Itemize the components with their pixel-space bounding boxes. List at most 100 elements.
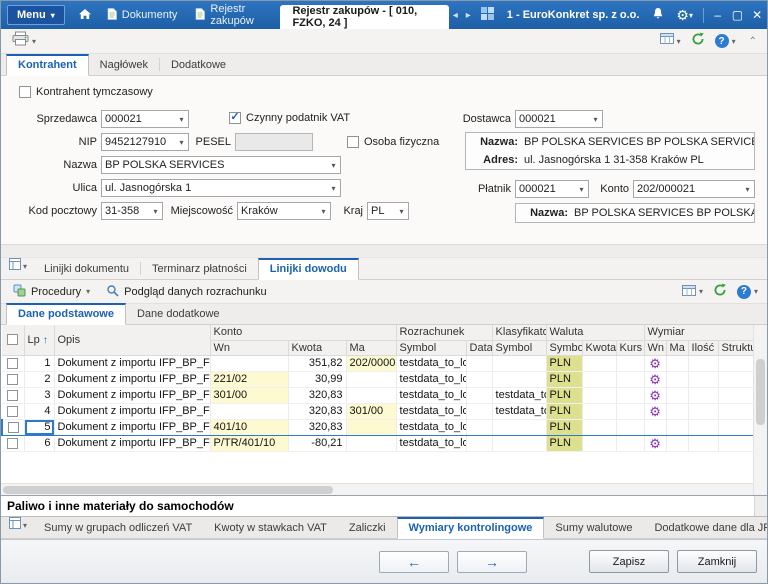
col-header-waluta-symbol[interactable]: Symbol xyxy=(546,340,582,355)
settings-button[interactable]: ⚙ ▾ xyxy=(670,1,699,29)
row-checkbox[interactable] xyxy=(7,390,18,401)
name-combo[interactable]: BP POLSKA SERVICES▾ xyxy=(101,156,341,174)
grid-refresh-button[interactable] xyxy=(708,281,732,302)
close-button[interactable]: ✕ xyxy=(747,1,767,29)
tab-scroll-left-button[interactable]: ◂ xyxy=(449,10,462,21)
caret-down-icon[interactable]: ▾ xyxy=(741,185,754,194)
grid-layout-button[interactable]: ▾ xyxy=(6,516,33,538)
tab-wymiary-kontrolingowe[interactable]: Wymiary kontrolingowe xyxy=(397,517,545,539)
caret-down-icon[interactable]: ▾ xyxy=(317,207,330,216)
previous-record-button[interactable]: ← xyxy=(379,551,449,573)
city-combo[interactable]: Kraków▾ xyxy=(237,202,331,220)
account-combo[interactable]: 202/000021▾ xyxy=(633,180,755,198)
caret-down-icon[interactable]: ▾ xyxy=(175,138,188,147)
col-header-klasyfikator-symbol[interactable]: Symbol xyxy=(492,340,546,355)
dimensions-gear-icon[interactable]: ⚙ xyxy=(648,437,663,450)
tab-zaliczki[interactable]: Zaliczki xyxy=(338,518,397,538)
col-header-struktura[interactable]: Struktu xyxy=(718,340,754,355)
grid-layout-button[interactable]: ▾ xyxy=(6,257,33,279)
col-header-lp[interactable]: Lp ↑ xyxy=(24,325,54,355)
minimize-button[interactable]: – xyxy=(708,1,728,29)
group-header-klasyfikator[interactable]: Klasyfikator xyxy=(492,325,546,340)
titlebar-tab-rejestr[interactable]: Rejestr zakupów xyxy=(186,1,280,29)
col-header-kwota[interactable]: Kwota xyxy=(288,340,346,355)
windows-button[interactable] xyxy=(475,1,500,29)
caret-down-icon[interactable]: ▾ xyxy=(327,184,340,193)
dimensions-gear-icon[interactable]: ⚙ xyxy=(648,405,663,418)
col-header-data[interactable]: Data xyxy=(466,340,492,355)
collapse-panel-button[interactable]: ⌃ xyxy=(741,36,761,47)
col-header-konto-ma[interactable]: Ma xyxy=(346,340,396,355)
vertical-scrollbar[interactable] xyxy=(753,325,767,495)
dimensions-gear-icon[interactable]: ⚙ xyxy=(648,357,663,370)
tab-scroll-right-button[interactable]: ▸ xyxy=(462,10,475,21)
row-checkbox[interactable] xyxy=(7,358,18,369)
grid-help-button[interactable]: ? ▾ xyxy=(732,283,763,301)
next-record-button[interactable]: → xyxy=(457,551,527,573)
titlebar-tab-dokumenty[interactable]: Dokumenty xyxy=(98,1,187,29)
postal-code-combo[interactable]: 31-358▾ xyxy=(101,202,163,220)
notifications-button[interactable] xyxy=(646,1,670,29)
horizontal-scrollbar[interactable] xyxy=(1,483,753,495)
group-header-rozrachunek[interactable]: Rozrachunek xyxy=(396,325,492,340)
tab-dane-dodatkowe[interactable]: Dane dodatkowe xyxy=(126,304,231,324)
tab-linijki-dokumentu[interactable]: Linijki dokumentu xyxy=(33,259,140,279)
tab-dane-podstawowe[interactable]: Dane podstawowe xyxy=(6,303,126,325)
scrollbar-thumb[interactable] xyxy=(3,486,333,494)
refresh-button[interactable] xyxy=(686,30,710,53)
supplier-combo[interactable]: 000021▾ xyxy=(515,110,603,128)
grid-view-settings-button[interactable]: ▾ xyxy=(677,282,708,302)
col-header-ilosc[interactable]: Ilość xyxy=(688,340,718,355)
col-header-waluta-kwota[interactable]: Kwota xyxy=(582,340,616,355)
col-header-kurs[interactable]: Kurs xyxy=(616,340,644,355)
print-button[interactable]: ▾ xyxy=(7,29,41,53)
table-row[interactable]: 6 Dokument z importu IFP_BP_FK P/TR/401/… xyxy=(2,435,754,451)
group-header-wymiar[interactable]: Wymiar xyxy=(644,325,754,340)
caret-down-icon[interactable]: ▾ xyxy=(175,115,188,124)
col-header-wymiar-wn[interactable]: Wn xyxy=(644,340,666,355)
nip-combo[interactable]: 9452127910▾ xyxy=(101,133,189,151)
save-button[interactable]: Zapisz xyxy=(589,550,669,573)
row-checkbox[interactable] xyxy=(8,422,19,433)
table-row[interactable]: 1 Dokument z importu IFP_BP_FK 351,82 20… xyxy=(2,355,754,371)
dimensions-gear-icon[interactable]: ⚙ xyxy=(648,389,663,402)
caret-down-icon[interactable]: ▾ xyxy=(575,185,588,194)
country-combo[interactable]: PL▾ xyxy=(367,202,409,220)
col-header-opis[interactable]: Opis xyxy=(54,325,210,355)
home-button[interactable] xyxy=(72,1,98,29)
tab-sumy-odliczen-vat[interactable]: Sumy w grupach odliczeń VAT xyxy=(33,518,203,538)
tab-naglowek[interactable]: Nagłówek xyxy=(89,55,159,75)
maximize-button[interactable]: ▢ xyxy=(728,1,748,29)
tab-terminarz-platnosci[interactable]: Terminarz płatności xyxy=(141,259,258,279)
payer-combo[interactable]: 000021▾ xyxy=(515,180,589,198)
row-checkbox[interactable] xyxy=(7,406,18,417)
table-row[interactable]: 2 Dokument z importu IFP_BP_FK 221/02 30… xyxy=(2,371,754,387)
menu-button[interactable]: Menu ▾ xyxy=(7,5,65,25)
col-header-rozrachunek-symbol[interactable]: Symbol xyxy=(396,340,466,355)
caret-down-icon[interactable]: ▾ xyxy=(589,115,602,124)
tab-kwoty-stawki-vat[interactable]: Kwoty w stawkach VAT xyxy=(203,518,338,538)
tab-dodatkowe-dane-jpk[interactable]: Dodatkowe dane dla JPK xyxy=(643,518,768,538)
caret-down-icon[interactable]: ▾ xyxy=(149,207,162,216)
caret-down-icon[interactable]: ▾ xyxy=(327,161,340,170)
panel-splitter[interactable] xyxy=(1,244,767,258)
line-description-bar[interactable]: Paliwo i inne materiały do samochodów xyxy=(1,495,767,516)
row-checkbox[interactable] xyxy=(7,374,18,385)
pesel-input[interactable] xyxy=(235,133,313,151)
procedures-button[interactable]: Procedury ▾ xyxy=(5,282,98,302)
vat-active-checkbox[interactable]: ✓ Czynny podatnik VAT xyxy=(229,112,350,124)
tab-kontrahent[interactable]: Kontrahent xyxy=(6,54,89,76)
tab-dodatkowe[interactable]: Dodatkowe xyxy=(160,55,237,75)
tab-linijki-dowodu[interactable]: Linijki dowodu xyxy=(258,258,359,280)
caret-down-icon[interactable]: ▾ xyxy=(395,207,408,216)
description-scrollbar[interactable] xyxy=(754,496,767,516)
select-all-checkbox[interactable] xyxy=(7,334,18,345)
help-button[interactable]: ? ▾ xyxy=(710,32,741,50)
titlebar-tab-active[interactable]: Rejestr zakupów - [ 010, FZKO, 24 ] xyxy=(280,5,448,29)
view-settings-button[interactable]: ▾ xyxy=(655,30,686,52)
scrollbar-thumb[interactable] xyxy=(756,359,765,425)
seller-combo[interactable]: 000021▾ xyxy=(101,110,189,128)
close-form-button[interactable]: Zamknij xyxy=(677,550,757,573)
group-header-konto[interactable]: Konto xyxy=(210,325,396,340)
row-checkbox[interactable] xyxy=(7,438,18,449)
